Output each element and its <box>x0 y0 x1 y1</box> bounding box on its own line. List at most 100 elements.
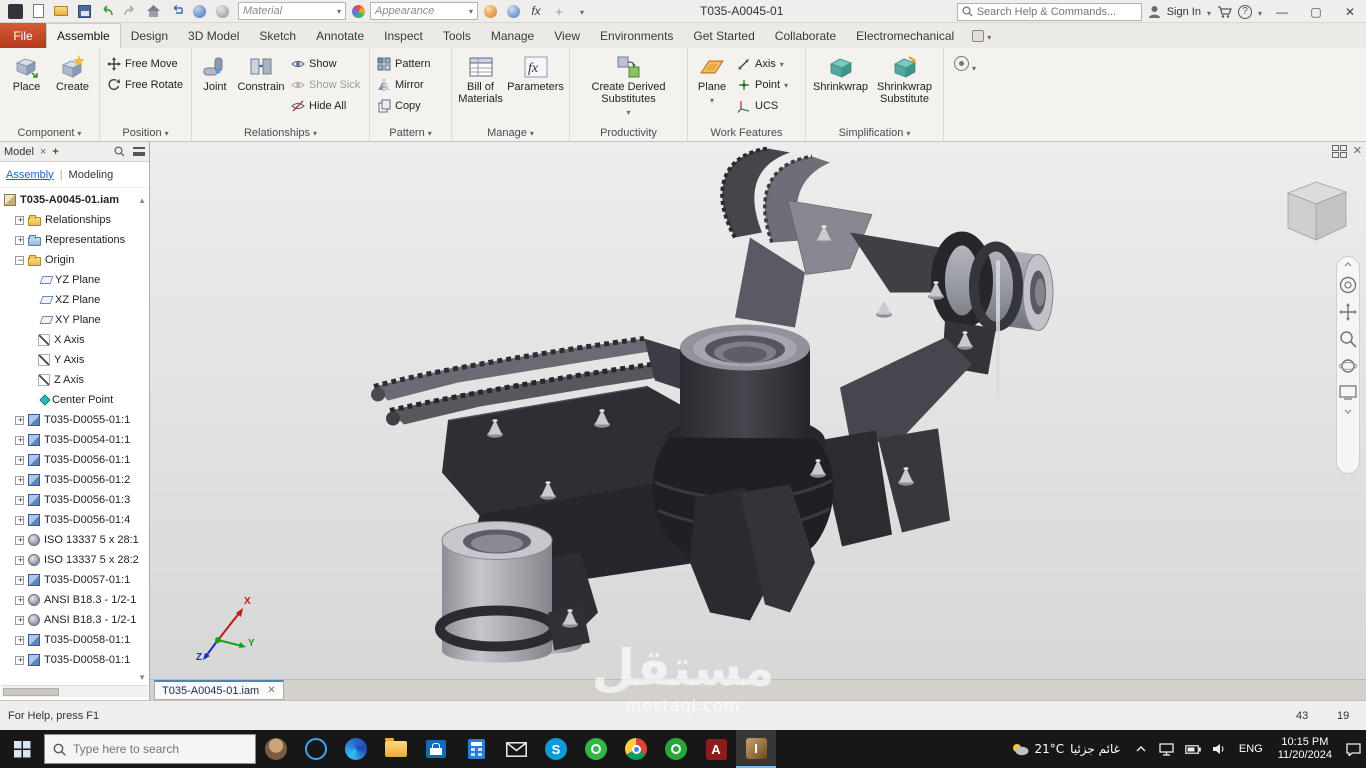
undo-icon[interactable] <box>96 1 118 21</box>
hide-all-button[interactable]: Hide All <box>288 96 363 115</box>
axis-button[interactable]: Axis <box>734 54 791 73</box>
tree-item[interactable]: T035-D0058-01:1 <box>0 630 149 650</box>
tree-item[interactable]: Center Point <box>0 390 149 410</box>
tree-item[interactable]: Representations <box>0 230 149 250</box>
tab-design[interactable]: Design <box>121 23 178 48</box>
quickaccess-caret-icon[interactable] <box>571 1 593 21</box>
new-file-icon[interactable] <box>27 1 49 21</box>
tree-item[interactable]: Y Axis <box>0 350 149 370</box>
ribbon-display-toggle[interactable] <box>944 48 986 141</box>
expander-icon[interactable] <box>15 235 25 246</box>
place-button[interactable]: Place <box>5 51 49 96</box>
material-ball-icon[interactable] <box>211 1 233 21</box>
tree-item[interactable]: T035-D0055-01:1 <box>0 410 149 430</box>
component-panel-label[interactable]: Component <box>2 124 97 141</box>
tree-item[interactable]: T035-D0056-01:1 <box>0 450 149 470</box>
expander-icon[interactable] <box>15 495 25 506</box>
free-rotate-button[interactable]: Free Rotate <box>104 75 186 94</box>
tab-3d-model[interactable]: 3D Model <box>178 23 249 48</box>
tree-item[interactable]: ANSI B18.3 - 1/2-1 <box>0 590 149 610</box>
tab-close-icon[interactable]: ✕ <box>267 685 275 696</box>
start-button[interactable] <box>0 730 44 768</box>
help-icon[interactable]: ? <box>1237 4 1252 19</box>
create-derived-substitutes-button[interactable]: Create Derived Substitutes <box>582 51 676 122</box>
tree-item[interactable]: Relationships <box>0 210 149 230</box>
tree-item[interactable]: ISO 13337 5 x 28:1 <box>0 530 149 550</box>
browser-close-icon[interactable] <box>40 146 46 158</box>
look-at-icon[interactable] <box>1339 384 1357 400</box>
expander-icon[interactable] <box>15 515 25 526</box>
constrain-button[interactable]: Constrain <box>236 51 286 96</box>
tab-assembly[interactable]: Assembly <box>6 169 54 181</box>
tree-item[interactable]: T035-D0056-01:4 <box>0 510 149 530</box>
tree-scroll-up-icon[interactable]: ▲ <box>138 196 146 205</box>
tree-item[interactable]: T035-D0054-01:1 <box>0 430 149 450</box>
mirror-button[interactable]: Mirror <box>374 75 433 94</box>
help-caret-icon[interactable] <box>1258 5 1262 19</box>
hidden-icons-chevron[interactable] <box>1128 730 1154 768</box>
taskbar-clock[interactable]: 10:15 PM 11/20/2024 <box>1270 736 1340 762</box>
tab-assemble[interactable]: Assemble <box>46 23 121 48</box>
expander-icon[interactable] <box>15 455 25 466</box>
copy-button[interactable]: Copy <box>374 96 433 115</box>
productivity-panel-label[interactable]: Productivity <box>572 124 685 141</box>
action-center-icon[interactable] <box>1340 730 1366 768</box>
scrollbar-thumb[interactable] <box>3 688 59 696</box>
point-button[interactable]: Point <box>734 75 791 94</box>
free-move-button[interactable]: Free Move <box>104 54 186 73</box>
weather-widget[interactable]: 21°C غائم جزئيا <box>1003 742 1128 756</box>
view-cube[interactable] <box>1280 176 1352 248</box>
tab-manage[interactable]: Manage <box>481 23 544 48</box>
close-button[interactable]: ✕ <box>1336 1 1364 23</box>
expander-icon[interactable] <box>15 575 25 586</box>
maximize-button[interactable]: ▢ <box>1302 1 1330 23</box>
help-search-box[interactable] <box>956 2 1142 21</box>
expander-icon[interactable] <box>15 415 25 426</box>
zoom-icon[interactable] <box>1339 330 1357 348</box>
whatsapp-icon[interactable] <box>576 730 616 768</box>
tab-view[interactable]: View <box>544 23 590 48</box>
tab-tools[interactable]: Tools <box>433 23 481 48</box>
relationships-panel-label[interactable]: Relationships <box>194 124 367 141</box>
inventor-taskbar-icon[interactable]: I <box>736 730 776 768</box>
tree-scroll-down-icon[interactable]: ▼ <box>138 673 146 682</box>
add-quickaccess-icon[interactable]: + <box>548 1 570 21</box>
home-icon[interactable] <box>142 1 164 21</box>
joint-button[interactable]: Joint <box>196 51 234 96</box>
tab-inspect[interactable]: Inspect <box>374 23 433 48</box>
speaker-icon[interactable] <box>1206 730 1232 768</box>
whatsapp-alt-icon[interactable] <box>656 730 696 768</box>
tree-item[interactable]: Origin <box>0 250 149 270</box>
tree-item[interactable]: ANSI B18.3 - 1/2-1 <box>0 610 149 630</box>
expander-icon[interactable] <box>15 595 25 606</box>
tree-item-root[interactable]: T035-A0045-01.iam ▲ <box>0 190 149 210</box>
tree-item[interactable]: XY Plane <box>0 310 149 330</box>
tree-item[interactable]: T035-D0056-01:2 <box>0 470 149 490</box>
material-select[interactable]: Material <box>238 2 346 20</box>
tile-windows-icon[interactable] <box>1331 145 1347 158</box>
acrobat-icon[interactable]: A <box>696 730 736 768</box>
sign-in-button[interactable]: Sign In <box>1167 6 1201 18</box>
taskbar-search-input[interactable] <box>73 742 233 756</box>
plane-button[interactable]: Plane <box>692 51 732 110</box>
tab-collaborate[interactable]: Collaborate <box>765 23 846 48</box>
shrinkwrap-substitute-button[interactable]: Shrinkwrap Substitute <box>872 51 938 108</box>
ribbon-options-button[interactable] <box>964 23 999 48</box>
browser-add-icon[interactable] <box>52 146 58 158</box>
expander-icon[interactable] <box>15 535 25 546</box>
pattern-panel-label[interactable]: Pattern <box>372 124 449 141</box>
people-avatar-icon[interactable] <box>256 730 296 768</box>
tree-item[interactable]: T035-D0058-01:1 <box>0 650 149 670</box>
expander-icon[interactable] <box>15 555 25 566</box>
browser-h-scrollbar[interactable] <box>1 685 148 697</box>
file-explorer-icon[interactable] <box>376 730 416 768</box>
orbit-icon[interactable] <box>1339 357 1357 375</box>
store-icon[interactable] <box>416 730 456 768</box>
tree-item[interactable]: ISO 13337 5 x 28:2 <box>0 550 149 570</box>
work-features-panel-label[interactable]: Work Features <box>690 124 803 141</box>
doc-close-icon[interactable]: ✕ <box>1353 145 1362 158</box>
document-tab[interactable]: T035-A0045-01.iam ✕ <box>154 680 284 700</box>
expander-icon[interactable] <box>15 655 25 666</box>
show-sick-button[interactable]: Show Sick <box>288 75 363 94</box>
tab-sketch[interactable]: Sketch <box>249 23 306 48</box>
